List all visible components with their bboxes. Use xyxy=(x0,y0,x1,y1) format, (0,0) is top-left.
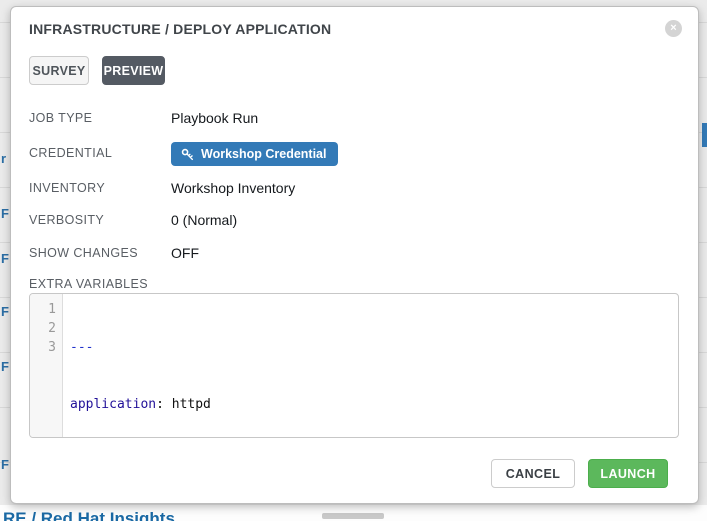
inventory-label: INVENTORY xyxy=(29,181,105,195)
cancel-button[interactable]: CANCEL xyxy=(491,459,575,488)
line-number: 1 xyxy=(30,300,56,319)
bg-link-fragment: F xyxy=(1,360,10,374)
verbosity-label: VERBOSITY xyxy=(29,213,104,227)
job-type-value: Playbook Run xyxy=(171,110,258,126)
show-changes-value: OFF xyxy=(171,245,199,261)
yaml-key: application xyxy=(70,397,156,412)
editor-line-numbers: 1 2 3 xyxy=(30,294,63,437)
bg-job-template-link: RE / Red Hat Insights xyxy=(3,509,175,521)
yaml-value: httpd xyxy=(164,397,211,412)
yaml-separator: : xyxy=(156,397,164,412)
credential-label: CREDENTIAL xyxy=(29,146,112,160)
bg-link-fragment: F xyxy=(1,458,10,472)
extra-variables-editor[interactable]: 1 2 3 --- application: httpd xyxy=(29,293,679,438)
credential-badge-label: Workshop Credential xyxy=(201,147,326,161)
bg-link-fragment: r xyxy=(1,152,10,166)
bg-bottom-strip: RE / Red Hat Insights xyxy=(0,505,707,521)
yaml-doc-start: --- xyxy=(70,340,93,355)
deploy-application-modal: INFRASTRUCTURE / DEPLOY APPLICATION × SU… xyxy=(10,6,699,504)
extra-variables-label: EXTRA VARIABLES xyxy=(29,277,148,291)
line-number: 2 xyxy=(30,319,56,338)
credential-badge: Workshop Credential xyxy=(171,142,338,166)
verbosity-value: 0 (Normal) xyxy=(171,212,237,228)
inventory-value: Workshop Inventory xyxy=(171,180,295,196)
launch-button[interactable]: LAUNCH xyxy=(588,459,668,488)
bg-blue-element xyxy=(702,123,707,147)
code-line-2: application: httpd xyxy=(70,395,678,414)
job-type-label: JOB TYPE xyxy=(29,111,92,125)
bg-link-fragment: F xyxy=(1,305,10,319)
line-number: 3 xyxy=(30,338,56,357)
bg-link-fragment: F xyxy=(1,207,10,221)
bg-illegible-text xyxy=(322,513,384,519)
show-changes-label: SHOW CHANGES xyxy=(29,246,138,260)
tab-preview[interactable]: PREVIEW xyxy=(102,56,165,85)
key-icon xyxy=(181,148,194,161)
close-icon[interactable]: × xyxy=(665,20,682,37)
tab-survey[interactable]: SURVEY xyxy=(29,56,89,85)
code-line-1: --- xyxy=(70,338,678,357)
bg-link-fragment: F xyxy=(1,252,10,266)
modal-title: INFRASTRUCTURE / DEPLOY APPLICATION xyxy=(29,21,331,37)
editor-code-area[interactable]: --- application: httpd xyxy=(63,294,678,437)
